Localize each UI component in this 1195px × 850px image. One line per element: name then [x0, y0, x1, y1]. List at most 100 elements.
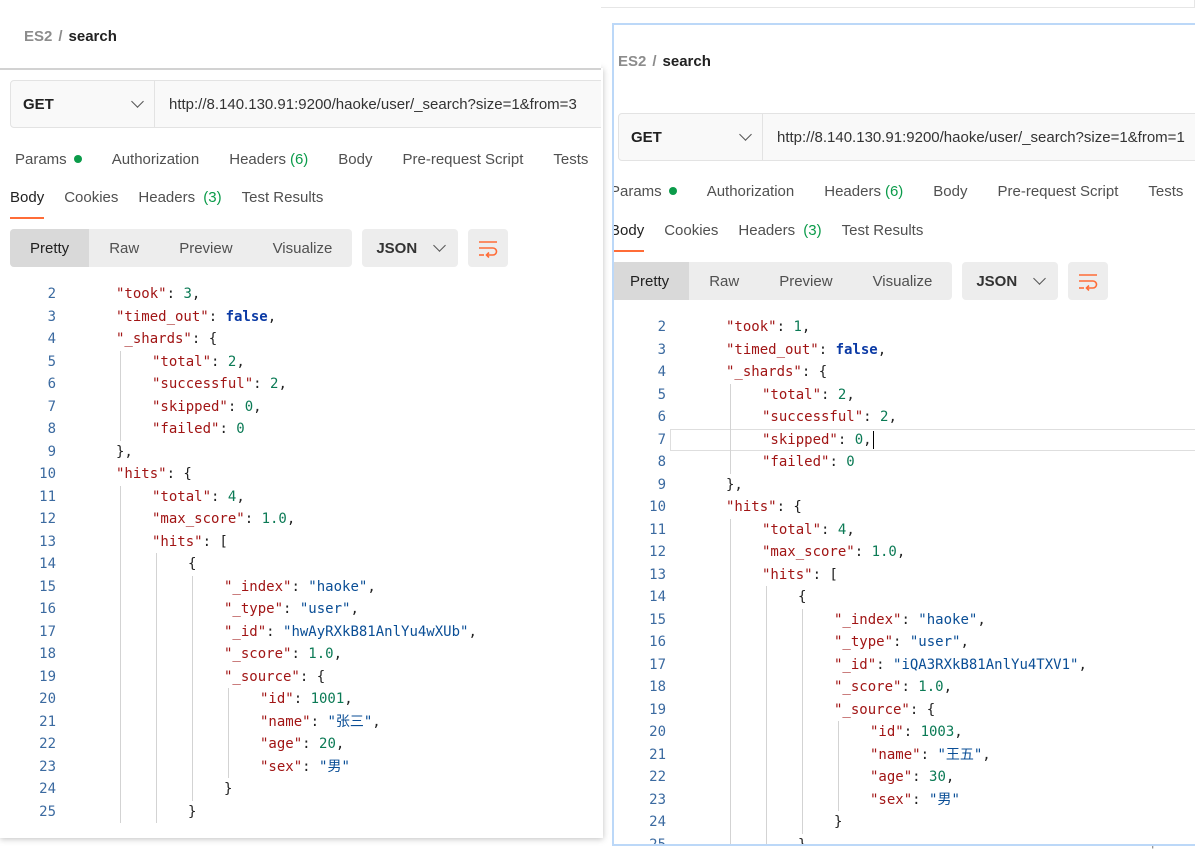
line-number: 5: [657, 386, 666, 403]
url-input[interactable]: http://8.140.130.91:9200/haoke/user/_sea…: [763, 114, 1185, 160]
code-text: "name": "张三",: [260, 711, 381, 734]
breadcrumb-collection[interactable]: ES2: [618, 53, 646, 70]
method-select[interactable]: GET: [619, 114, 763, 160]
format-select[interactable]: JSON: [962, 262, 1059, 300]
indent-guide: [120, 800, 121, 823]
tab-test-results[interactable]: Test Results: [242, 189, 324, 219]
breadcrumb: ES2 / search: [618, 53, 711, 70]
code-line: 25}: [0, 800, 601, 823]
tab-authorization[interactable]: Authorization: [112, 148, 200, 170]
pretty-button[interactable]: Pretty: [10, 229, 90, 267]
response-body-editor[interactable]: 2 "took": 3, 3 "timed_out": false, 4 "_shards…: [0, 283, 601, 823]
tab-response-headers[interactable]: Headers (3): [138, 189, 221, 219]
indent-guide: [838, 721, 839, 744]
tab-headers[interactable]: Headers (6): [824, 180, 903, 202]
tab-response-body[interactable]: Body: [614, 222, 645, 252]
wrap-lines-button[interactable]: [1068, 262, 1109, 300]
tab-prerequest-script[interactable]: Pre-request Script: [403, 148, 524, 170]
code-text: "skipped": 0,: [762, 429, 875, 452]
code-text: "_source": {: [224, 666, 325, 689]
headers-count: (6): [884, 182, 904, 200]
response-toolbar: Pretty Raw Preview Visualize JSON: [614, 262, 1109, 300]
request-tabs: Params Authorization Headers (6) Body Pre…: [612, 180, 1195, 202]
tab-cookies[interactable]: Cookies: [64, 189, 118, 219]
code-token: :: [302, 736, 320, 752]
code-token: "age": [260, 736, 303, 752]
line-number: 7: [657, 431, 666, 448]
indent-guide: [730, 743, 731, 766]
breadcrumb-collection[interactable]: ES2: [24, 28, 52, 45]
code-line: 12 "max_score": 1.0,: [614, 541, 1195, 564]
code-token: ,: [954, 724, 963, 740]
code-text: "total": 2,: [762, 384, 855, 407]
tab-tests[interactable]: Tests: [553, 148, 588, 170]
indent-guide: [766, 833, 767, 844]
indent-guide: [766, 743, 767, 766]
code-token: "total": [762, 521, 822, 538]
breadcrumb-request-name[interactable]: search: [663, 53, 711, 70]
code-token: :: [219, 421, 237, 437]
code-token: "failed": [762, 454, 830, 470]
code-text: "_index": "haoke",: [834, 609, 986, 632]
code-token: "took": [116, 286, 167, 302]
indent-guide: [730, 428, 731, 451]
tab-tests[interactable]: Tests: [1148, 180, 1183, 202]
tab-authorization[interactable]: Authorization: [707, 180, 795, 202]
code-token: :: [901, 611, 919, 628]
line-number: 6: [47, 376, 56, 392]
code-line: 3 "timed_out": false,: [0, 306, 601, 329]
tab-params[interactable]: Params: [612, 180, 677, 202]
code-token: 0: [236, 421, 245, 437]
preview-button[interactable]: Preview: [159, 229, 252, 267]
pretty-button[interactable]: Pretty: [614, 262, 690, 300]
indent-guide: [156, 778, 157, 801]
tab-body[interactable]: Body: [933, 180, 967, 202]
line-number: 5: [47, 353, 56, 370]
response-body-editor[interactable]: 2 "took": 1, 3 "timed_out": false, 4 "_shards…: [614, 316, 1195, 844]
code-line: 24}: [614, 811, 1195, 834]
tab-headers-label: Headers: [229, 150, 286, 168]
code-token: ,: [977, 611, 986, 628]
code-token: ,: [333, 646, 343, 662]
indent-guide: [802, 676, 803, 699]
indent-guide: [838, 743, 839, 766]
code-line: 9},: [0, 441, 601, 464]
tab-headers[interactable]: Headers (6): [229, 148, 308, 170]
tab-params[interactable]: Params: [15, 148, 82, 170]
indent-guide: [766, 676, 767, 699]
indent-guide: [802, 653, 803, 676]
tab-response-headers[interactable]: Headers (3): [738, 222, 821, 252]
tab-test-results[interactable]: Test Results: [842, 222, 924, 252]
indent-guide: [156, 710, 157, 733]
url-input[interactable]: http://8.140.130.91:9200/haoke/user/_sea…: [155, 81, 577, 127]
indent-guide: [156, 598, 157, 621]
preview-button[interactable]: Preview: [759, 262, 852, 300]
line-number: 19: [649, 701, 666, 718]
code-token: :: [818, 341, 836, 358]
tab-body[interactable]: Body: [338, 148, 372, 170]
code-token: ,: [943, 679, 953, 695]
tab-prerequest-script[interactable]: Pre-request Script: [998, 180, 1119, 202]
code-token: : {: [299, 668, 326, 685]
indent-guide: [766, 766, 767, 789]
indent-guide: [802, 631, 803, 654]
raw-button[interactable]: Raw: [89, 229, 159, 267]
code-token: :: [776, 319, 794, 335]
visualize-button[interactable]: Visualize: [853, 262, 953, 300]
code-token: ,: [236, 353, 245, 370]
method-select[interactable]: GET: [11, 81, 155, 127]
tab-response-body[interactable]: Body: [10, 189, 45, 219]
line-number: 4: [657, 364, 666, 380]
code-token: ,: [286, 511, 296, 527]
raw-button[interactable]: Raw: [689, 262, 759, 300]
code-token: "_source": [834, 701, 910, 718]
breadcrumb-request-name[interactable]: search: [69, 28, 117, 45]
wrap-lines-button[interactable]: [468, 229, 509, 267]
code-line: 5 "total": 2,: [614, 383, 1195, 407]
tab-params-label: Params: [612, 182, 662, 200]
format-select[interactable]: JSON: [362, 229, 459, 267]
code-token: ,: [267, 308, 277, 325]
code-token: : [: [202, 533, 228, 550]
tab-cookies[interactable]: Cookies: [664, 222, 718, 252]
visualize-button[interactable]: Visualize: [253, 229, 353, 267]
